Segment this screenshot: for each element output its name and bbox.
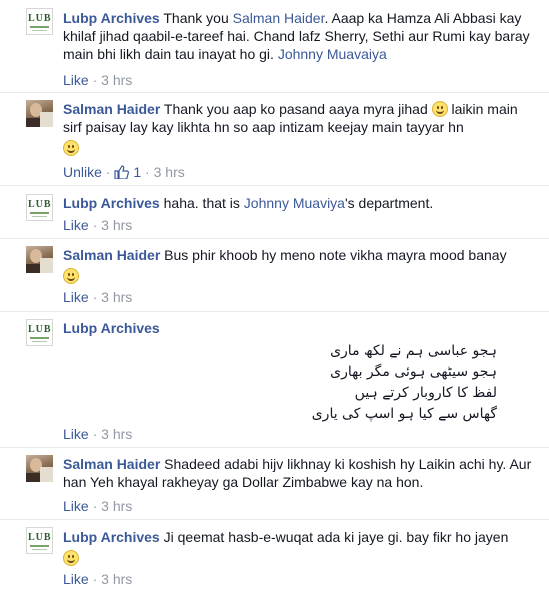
mention-link[interactable]: Salman Haider (233, 10, 325, 26)
comment-text: Bus phir khoob hy meno note vikha mayra … (160, 247, 507, 263)
comment-author[interactable]: Lubp Archives (63, 10, 160, 26)
poem-line: لفظ کا کاروبار کرتے ہیں (354, 385, 497, 401)
comment-author[interactable]: Lubp Archives (63, 320, 160, 336)
comment-author[interactable]: Lubp Archives (63, 529, 160, 545)
unlike-button[interactable]: Unlike (63, 164, 102, 180)
divider (0, 92, 549, 93)
comment-text: 's department. (344, 195, 434, 211)
comment-body: Salman Haider Thank you aap ko pasand aa… (63, 100, 533, 157)
urdu-poem: ہجو عباسی ہم نے لکھ ماری ہجو سیٹھی ہوئی … (312, 341, 497, 425)
like-button[interactable]: Like (63, 498, 89, 514)
comment-time[interactable]: 3 hrs (154, 164, 185, 180)
comment-body: Salman Haider Shadeed adabi hijv likhnay… (63, 455, 533, 491)
comment-text: Ji qeemat hasb-e-wuqat ada ki jaye gi. b… (159, 529, 509, 545)
comment-time[interactable]: 3 hrs (101, 217, 132, 233)
like-button[interactable]: Like (63, 72, 89, 88)
avatar-logo-text: LUB (28, 532, 52, 543)
comment-actions: Like · 3 hrs (63, 289, 133, 305)
smile-emoji-icon (63, 268, 79, 284)
thumbs-up-icon[interactable] (114, 165, 130, 179)
comment-time[interactable]: 3 hrs (101, 72, 132, 88)
comment-actions: Like · 3 hrs (63, 498, 133, 514)
comment-body: Lubp Archives Ji qeemat hasb-e-wuqat ada… (63, 528, 533, 567)
mention-link[interactable]: Johnny Muaviya (244, 195, 345, 211)
comment-author[interactable]: Salman Haider (63, 456, 160, 472)
comment-author[interactable]: Salman Haider (63, 101, 160, 117)
comment-actions: Unlike · 1 · 3 hrs (63, 164, 185, 180)
divider (0, 311, 549, 312)
like-button[interactable]: Like (63, 289, 89, 305)
comment-text: Thank you (159, 10, 233, 26)
avatar[interactable] (26, 246, 53, 273)
avatar[interactable]: LUB (26, 8, 53, 35)
like-button[interactable]: Like (63, 426, 89, 442)
like-button[interactable]: Like (63, 571, 89, 587)
avatar[interactable]: LUB (26, 319, 53, 346)
comment-body: Salman Haider Bus phir khoob hy meno not… (63, 246, 533, 285)
poem-line: گھاس سے کیا ہو اسپ کی یاری (311, 406, 497, 422)
comment-actions: Like · 3 hrs (63, 426, 133, 442)
poem-line: ہجو سیٹھی ہوئی مگر بھاری (330, 364, 497, 380)
comment-time[interactable]: 3 hrs (101, 289, 132, 305)
comment-actions: Like · 3 hrs (63, 72, 133, 88)
comment-time[interactable]: 3 hrs (101, 571, 132, 587)
divider (0, 185, 549, 186)
comment-author[interactable]: Salman Haider (63, 247, 160, 263)
divider (0, 447, 549, 448)
comment-actions: Like · 3 hrs (63, 217, 133, 233)
comment-text: haha. that is (159, 195, 244, 211)
comment-time[interactable]: 3 hrs (101, 426, 132, 442)
comment-text: Thank you aap ko pasand aaya myra jihad (160, 101, 432, 117)
avatar[interactable]: LUB (26, 194, 53, 221)
comment-actions: Like · 3 hrs (63, 571, 133, 587)
smile-emoji-icon (431, 101, 448, 117)
poem-line: ہجو عباسی ہم نے لکھ ماری (330, 343, 497, 359)
avatar[interactable] (26, 455, 53, 482)
smile-emoji-icon (63, 140, 79, 156)
mention-link[interactable]: Johnny Muavaiya (278, 46, 387, 62)
comment-body: Lubp Archives (63, 319, 533, 337)
comment-time[interactable]: 3 hrs (101, 498, 132, 514)
avatar-logo-text: LUB (28, 13, 52, 24)
avatar-logo-text: LUB (28, 199, 52, 210)
comment-body: Lubp Archives haha. that is Johnny Muavi… (63, 194, 533, 212)
smile-emoji-icon (63, 550, 79, 566)
divider (0, 519, 549, 520)
avatar-logo-text: LUB (28, 324, 52, 335)
like-button[interactable]: Like (63, 217, 89, 233)
like-count[interactable]: 1 (133, 164, 141, 180)
avatar[interactable] (26, 100, 53, 127)
comment-author[interactable]: Lubp Archives (63, 195, 160, 211)
avatar[interactable]: LUB (26, 527, 53, 554)
comment-body: Lubp Archives Thank you Salman Haider. A… (63, 9, 533, 63)
divider (0, 238, 549, 239)
